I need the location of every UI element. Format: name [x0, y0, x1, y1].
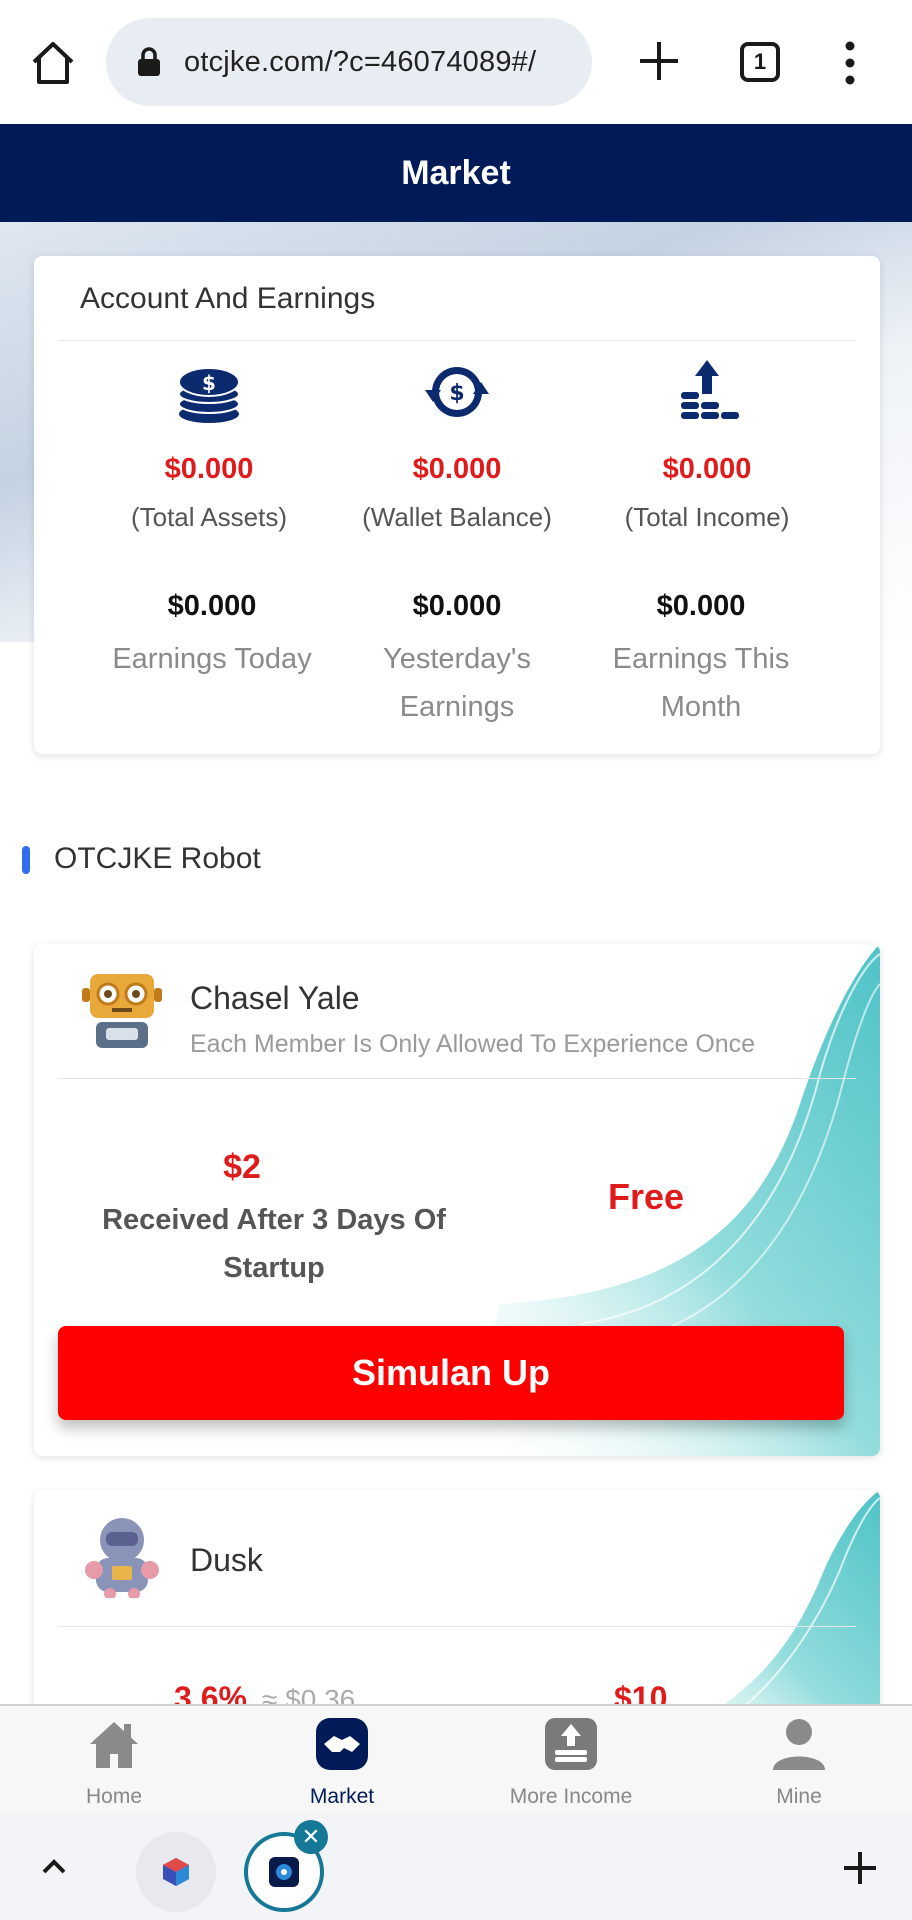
nav-label: Home [85, 1785, 143, 1808]
page-header: Market [0, 124, 912, 222]
robot-price: Free [608, 1176, 685, 1217]
earnings-value: $0.000 [412, 590, 502, 622]
wallet-cycle-icon: $ [425, 367, 489, 417]
section-marker [22, 846, 30, 874]
browser-tab-strip: ✕ [0, 1812, 912, 1920]
stat-total-income: $0.000 (Total Income) [577, 356, 837, 533]
svg-text:$: $ [449, 381, 464, 406]
nav-mine[interactable]: Mine [709, 1716, 889, 1809]
robot-avatar-icon [82, 974, 162, 1048]
earnings-label: Earnings Today [112, 643, 312, 675]
divider [58, 1078, 856, 1079]
url-text: otcjke.com/?c=46074089#/ [184, 45, 537, 78]
bottom-navigation: Home Market More Income Mine [0, 1704, 912, 1812]
plus-icon[interactable] [636, 38, 682, 84]
user-icon [773, 1719, 825, 1770]
plus-icon[interactable] [840, 1848, 880, 1888]
income-up-icon [681, 360, 739, 419]
tab-count: 1 [753, 49, 767, 74]
earnings-value: $0.000 [656, 590, 746, 622]
nav-label: More Income [509, 1785, 633, 1808]
nav-home[interactable]: Home [24, 1716, 204, 1809]
svg-text:$: $ [202, 371, 216, 395]
address-bar[interactable]: otcjke.com/?c=46074089#/ [106, 18, 592, 106]
robot-name: Dusk [190, 1542, 263, 1578]
earnings-label: Yesterday's Earnings [383, 643, 531, 723]
handshake-icon [316, 1718, 368, 1770]
stat-label: (Total Income) [624, 502, 790, 532]
stat-wallet-balance: $ $0.000 (Wallet Balance) [327, 356, 587, 533]
stat-total-assets: $ $0.000 (Total Assets) [79, 356, 339, 533]
tab-switcher-button[interactable]: 1 [740, 42, 780, 82]
earnings-label: Earnings This Month [612, 643, 790, 723]
robot-card: Chasel Yale Each Member Is Only Allowed … [34, 944, 880, 1456]
account-earnings-card: Account And Earnings $ $0.000 (Total Ass… [34, 256, 880, 754]
account-card-title: Account And Earnings [80, 282, 376, 315]
divider [58, 340, 856, 341]
browser-toolbar: otcjke.com/?c=46074089#/ 1 [0, 0, 912, 124]
cube-favicon-icon [163, 1858, 189, 1886]
reward-text: Received After 3 Days Of Startup [102, 1204, 446, 1284]
robot-name: Chasel Yale [190, 980, 360, 1016]
earnings-value: $0.000 [167, 590, 257, 622]
home-icon[interactable] [28, 38, 78, 88]
app-favicon-icon [269, 1857, 299, 1887]
section-title: OTCJKE Robot [54, 842, 261, 875]
coins-dollar-icon: $ [178, 367, 240, 423]
nav-label: Market [309, 1785, 375, 1808]
simulan-up-button[interactable]: Simulan Up [58, 1326, 844, 1420]
chevron-up-icon[interactable] [36, 1848, 72, 1884]
stat-label: (Total Assets) [130, 502, 288, 532]
more-menu-icon[interactable] [840, 40, 860, 86]
upload-coins-icon [545, 1718, 597, 1770]
divider [58, 1626, 856, 1627]
close-tab-icon[interactable]: ✕ [294, 1820, 328, 1854]
earnings-today: $0.000 Earnings Today [82, 590, 342, 683]
earnings-month: $0.000 Earnings This Month [571, 590, 831, 731]
lock-icon [138, 47, 160, 76]
nav-market[interactable]: Market [252, 1716, 432, 1809]
page-title: Market [401, 153, 511, 192]
stat-value: $0.000 [164, 453, 254, 485]
stat-value: $0.000 [662, 453, 752, 485]
nav-label: Mine [776, 1785, 822, 1808]
robot-avatar-icon [85, 1518, 159, 1598]
stat-label: (Wallet Balance) [362, 502, 552, 532]
reward-amount: $2 [223, 1148, 261, 1186]
earnings-yesterday: $0.000 Yesterday's Earnings [327, 590, 587, 731]
tab-favicon[interactable] [136, 1832, 216, 1912]
stat-value: $0.000 [412, 453, 502, 485]
robot-subtitle: Each Member Is Only Allowed To Experienc… [190, 1030, 756, 1058]
home-icon [90, 1722, 138, 1768]
nav-more-income[interactable]: More Income [481, 1716, 661, 1809]
